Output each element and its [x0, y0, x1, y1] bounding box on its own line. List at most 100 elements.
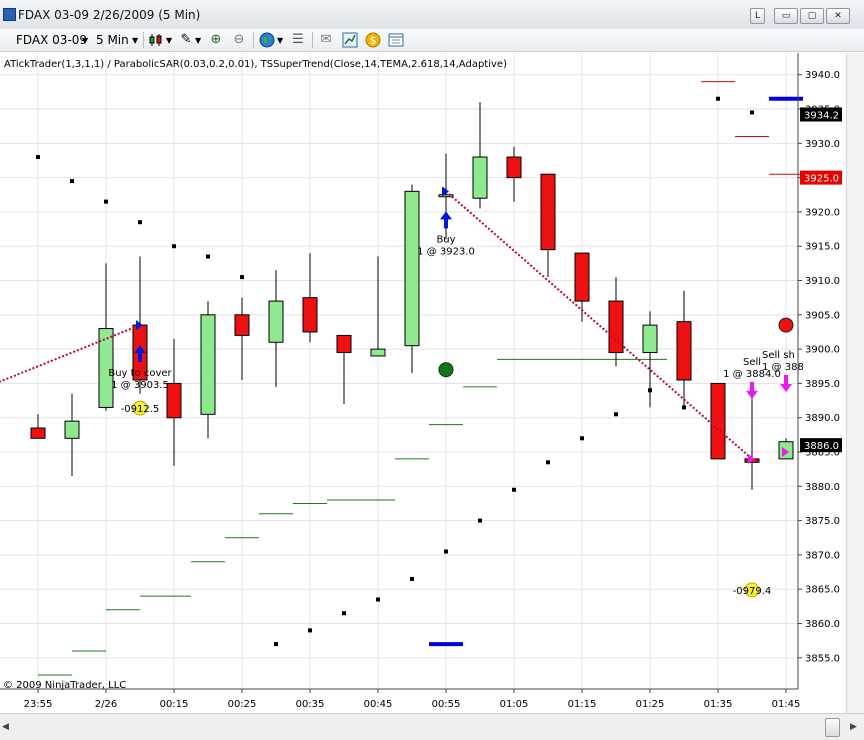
- properties-icon[interactable]: ☰: [290, 32, 306, 48]
- x-tick-label: 2/26: [95, 699, 117, 710]
- scroll-right-icon[interactable]: ▶: [850, 722, 857, 732]
- pnl-label: -0912.5: [121, 404, 160, 415]
- instrument-dropdown-icon[interactable]: ▼: [82, 36, 88, 45]
- x-tick-label: 01:05: [500, 699, 529, 710]
- chart-style-dropdown-icon[interactable]: ▼: [166, 36, 172, 45]
- x-tick-label: 01:25: [636, 699, 665, 710]
- price-marker-label: 3925.0: [804, 174, 839, 185]
- window-title: FDAX 03-09 2/26/2009 (5 Min): [18, 8, 201, 22]
- vertical-scrollbar[interactable]: [846, 53, 864, 713]
- sar-dot: [206, 254, 210, 259]
- sar-dot: [614, 412, 618, 417]
- y-tick-label: 3910.0: [805, 276, 840, 287]
- price-marker-label: 3886.0: [804, 441, 839, 452]
- maximize-button[interactable]: ▢: [800, 8, 824, 24]
- sar-dot: [546, 460, 550, 465]
- x-tick-label: 01:35: [704, 699, 733, 710]
- signal-dot: [438, 362, 454, 378]
- trade-signal-label: Sell sh: [762, 350, 795, 361]
- y-tick-label: 3875.0: [805, 516, 840, 527]
- y-tick-label: 3930.0: [805, 139, 840, 150]
- minimize-button[interactable]: ▭: [774, 8, 798, 24]
- strategy-icon[interactable]: [342, 32, 358, 48]
- y-tick-label: 3940.0: [805, 70, 840, 81]
- close-button[interactable]: ✕: [826, 8, 850, 24]
- interval-dropdown-icon[interactable]: ▼: [132, 36, 138, 45]
- snapshot-icon[interactable]: ✉: [318, 32, 334, 48]
- candle-down: [302, 297, 318, 333]
- price-marker-label: 3934.2: [804, 111, 839, 122]
- candle-up: [404, 190, 420, 347]
- sar-dot: [750, 110, 754, 115]
- zoom-in-icon[interactable]: ⊕: [208, 32, 224, 48]
- candle-up: [370, 348, 386, 357]
- x-tick-label: 23:55: [24, 699, 53, 710]
- sar-dot: [682, 405, 686, 410]
- dollar-icon[interactable]: $: [365, 32, 381, 48]
- interval-selector[interactable]: 5 Min: [96, 33, 129, 47]
- x-tick-label: 00:15: [160, 699, 189, 710]
- candle-down: [506, 156, 522, 179]
- x-tick-label: 00:25: [228, 699, 257, 710]
- globe-icon[interactable]: [259, 32, 275, 48]
- y-tick-label: 3900.0: [805, 345, 840, 356]
- toolbar-separator: [253, 32, 254, 48]
- horizontal-scrollbar[interactable]: ◀ ▶: [0, 713, 864, 740]
- x-tick-label: 00:45: [364, 699, 393, 710]
- candle-down: [710, 382, 726, 460]
- x-tick-label: 01:45: [772, 699, 801, 710]
- globe-dropdown-icon[interactable]: ▼: [277, 36, 283, 45]
- sar-dot: [410, 576, 414, 581]
- candle-up: [642, 324, 658, 354]
- sar-dot: [138, 220, 142, 225]
- data-box-icon[interactable]: [388, 32, 404, 48]
- price-chart[interactable]: Buy to cover1 @ 3903.5 -0912.5 Buy1 @ 3923…: [0, 53, 846, 713]
- y-tick-label: 3895.0: [805, 379, 840, 390]
- x-tick-label: 00:35: [296, 699, 325, 710]
- candle-up: [438, 194, 454, 198]
- pencil-icon[interactable]: ✎: [178, 32, 194, 48]
- sar-dot: [342, 611, 346, 616]
- trade-fill-label: 1 @ 3903.5: [111, 380, 169, 391]
- candle-up: [472, 156, 488, 199]
- candle-down: [166, 382, 182, 419]
- x-tick-label: 01:15: [568, 699, 597, 710]
- ninjatrader-app-icon: [3, 8, 16, 21]
- svg-text:$: $: [370, 34, 377, 47]
- indicator-label: ATickTrader(1,3,1,1) / ParabolicSAR(0.03…: [4, 59, 507, 70]
- sar-dot: [240, 275, 244, 280]
- chart-toolbar: FDAX 03-09 ▼ 5 Min ▼ ▼ ✎ ▼ ⊕ ⊖ ▼ ☰ ✉ $: [0, 29, 864, 52]
- x-tick-label: 00:55: [432, 699, 461, 710]
- sar-dot: [36, 155, 40, 160]
- sar-dot: [648, 388, 652, 393]
- instrument-selector[interactable]: FDAX 03-09: [16, 33, 87, 47]
- y-tick-label: 3915.0: [805, 242, 840, 253]
- scroll-left-icon[interactable]: ◀: [2, 722, 9, 732]
- candle-down: [234, 314, 250, 336]
- y-tick-label: 3855.0: [805, 653, 840, 664]
- sar-dot: [716, 96, 720, 101]
- candlestick-icon[interactable]: [148, 32, 164, 48]
- drawing-dropdown-icon[interactable]: ▼: [195, 36, 201, 45]
- y-tick-label: 3920.0: [805, 207, 840, 218]
- candle-down: [336, 334, 352, 354]
- candle-down: [574, 252, 590, 302]
- sar-dot: [512, 487, 516, 492]
- toolbar-separator: [143, 32, 144, 48]
- link-button[interactable]: L: [750, 8, 765, 24]
- sar-dot: [104, 199, 108, 204]
- trade-signal-label: Sell: [743, 357, 761, 368]
- zoom-out-icon[interactable]: ⊖: [231, 32, 247, 48]
- candle-down: [540, 173, 556, 251]
- sar-dot: [172, 244, 176, 249]
- sar-dot: [580, 436, 584, 441]
- candle-down: [30, 427, 46, 439]
- candle-down: [676, 321, 692, 381]
- y-tick-label: 3865.0: [805, 585, 840, 596]
- pnl-label: -0979.4: [733, 586, 772, 597]
- toolbar-separator: [312, 32, 313, 48]
- scroll-thumb[interactable]: [825, 718, 840, 737]
- sar-dot: [274, 642, 278, 647]
- candle-up: [200, 314, 216, 415]
- trade-fill-label: 1 @ 3923.0: [417, 246, 475, 257]
